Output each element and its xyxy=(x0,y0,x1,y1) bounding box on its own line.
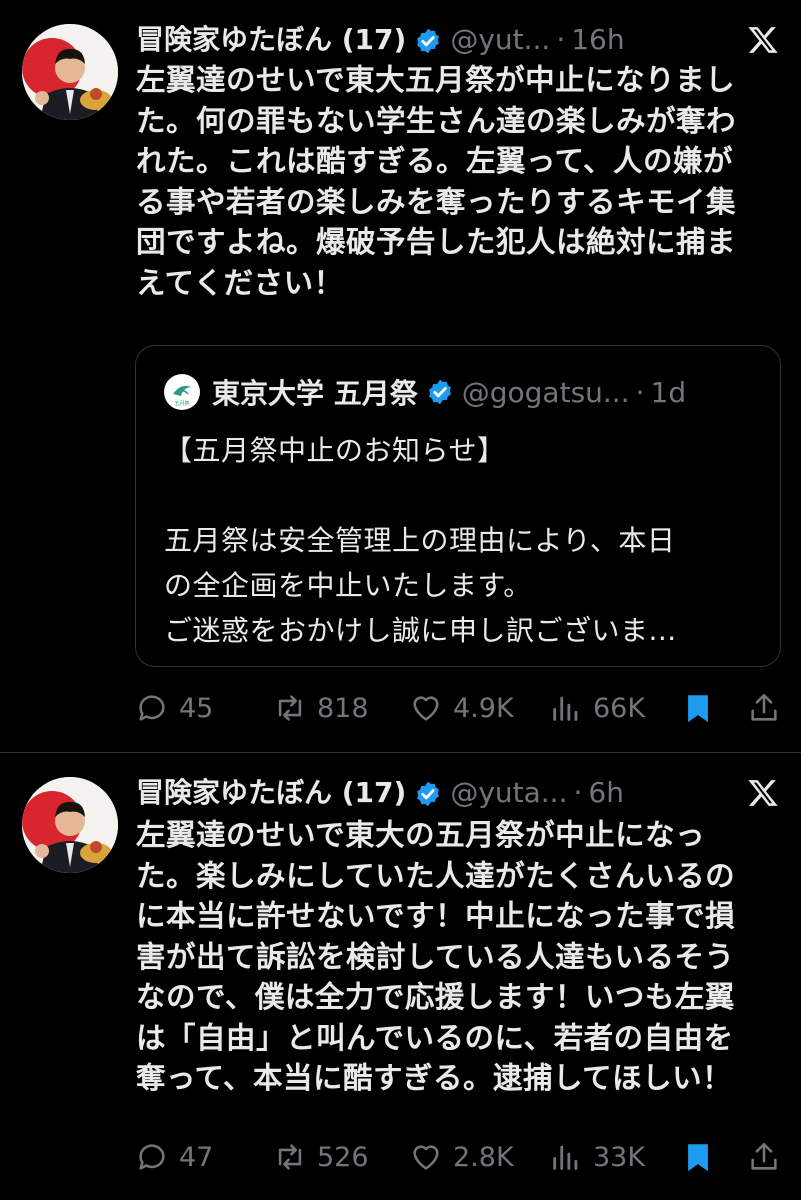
tweet[interactable]: 冒険家ゆたぼん (17) @yut... · 16h 左翼達のせいで東大五月祭が… xyxy=(0,0,801,752)
quoted-tweet-header: 五月祭 東京大学 五月祭 @gogatsu... · 1d xyxy=(164,372,764,412)
separator-dot: · xyxy=(556,23,566,56)
share-icon xyxy=(751,1142,777,1170)
timestamp[interactable]: 6h xyxy=(588,773,624,813)
action-bar: 47 526 2.8K 33K xyxy=(135,1137,781,1177)
quoted-author-handle[interactable]: @gogatsu... xyxy=(462,376,630,409)
tweet-header: 冒険家ゆたぼん (17) @yuta... · 6h xyxy=(136,773,736,813)
quoted-timestamp[interactable]: 1d xyxy=(651,376,687,409)
bookmark-icon xyxy=(688,1144,708,1172)
quoted-author-name[interactable]: 東京大学 五月祭 xyxy=(212,372,418,412)
verified-badge-icon xyxy=(414,779,442,807)
quoted-author-avatar[interactable]: 五月祭 xyxy=(164,374,200,410)
tweet-text: 左翼達のせいで東大の五月祭が中止になっ た。楽しみにしていた人達がたくさんいるの… xyxy=(136,818,736,1095)
views-icon xyxy=(553,696,578,721)
verified-badge-icon xyxy=(426,378,454,406)
share-button[interactable] xyxy=(747,1137,781,1177)
views-button[interactable]: 33K xyxy=(549,1137,645,1177)
action-bar: 45 818 4.9K 66K xyxy=(135,688,781,728)
reply-icon xyxy=(139,1144,165,1170)
bookmark-button[interactable] xyxy=(681,688,715,728)
reply-count: 45 xyxy=(179,692,214,724)
like-count: 4.9K xyxy=(453,692,514,724)
author-name[interactable]: 冒険家ゆたぼん (17) xyxy=(136,773,406,813)
repost-count: 526 xyxy=(317,1141,369,1173)
x-logo-icon xyxy=(747,24,779,56)
share-icon xyxy=(751,693,777,721)
verified-badge-icon xyxy=(414,26,442,54)
separator-dot: · xyxy=(635,375,645,409)
bookmark-icon xyxy=(688,695,708,723)
author-handle[interactable]: @yut... xyxy=(450,20,550,60)
heart-icon xyxy=(413,696,439,721)
like-button[interactable]: 2.8K xyxy=(409,1137,514,1177)
like-button[interactable]: 4.9K xyxy=(409,688,514,728)
tweet[interactable]: 冒険家ゆたぼん (17) @yuta... · 6h 左翼達のせいで東大の五月祭… xyxy=(0,753,801,1200)
bookmark-button[interactable] xyxy=(681,1137,715,1177)
author-handle[interactable]: @yuta... xyxy=(450,773,567,813)
view-count: 66K xyxy=(593,692,646,724)
reply-icon xyxy=(139,695,165,721)
avatar[interactable] xyxy=(22,777,118,873)
quoted-tweet-text: 【五月祭中止のお知らせ】 五月祭は安全管理上の理由により、本日 の全企画を中止い… xyxy=(164,434,677,647)
quoted-tweet[interactable]: 五月祭 東京大学 五月祭 @gogatsu... · 1d 【五月祭中止のお知ら… xyxy=(135,345,781,667)
repost-icon xyxy=(278,1144,302,1170)
reply-count: 47 xyxy=(179,1141,214,1173)
separator-dot: · xyxy=(573,776,583,809)
reply-button[interactable]: 47 xyxy=(135,1137,213,1177)
reply-button[interactable]: 45 xyxy=(135,688,213,728)
tweet-header: 冒険家ゆたぼん (17) @yut... · 16h xyxy=(136,20,736,60)
tweet-text: 左翼達のせいで東大五月祭が中止になりまし た。何の罪もない学生さん達の楽しみが奪… xyxy=(136,63,737,300)
avatar[interactable] xyxy=(22,24,118,120)
heart-icon xyxy=(413,1145,439,1170)
timestamp[interactable]: 16h xyxy=(571,20,624,60)
share-button[interactable] xyxy=(747,688,781,728)
repost-icon xyxy=(278,695,302,721)
repost-button[interactable]: 818 xyxy=(273,688,369,728)
repost-button[interactable]: 526 xyxy=(273,1137,369,1177)
views-icon xyxy=(553,1145,578,1170)
x-logo-icon xyxy=(747,777,779,809)
repost-count: 818 xyxy=(317,692,369,724)
view-count: 33K xyxy=(593,1141,646,1173)
like-count: 2.8K xyxy=(453,1141,514,1173)
views-button[interactable]: 66K xyxy=(549,688,645,728)
author-name[interactable]: 冒険家ゆたぼん (17) xyxy=(136,20,406,60)
logo-text: 五月祭 xyxy=(174,400,189,407)
